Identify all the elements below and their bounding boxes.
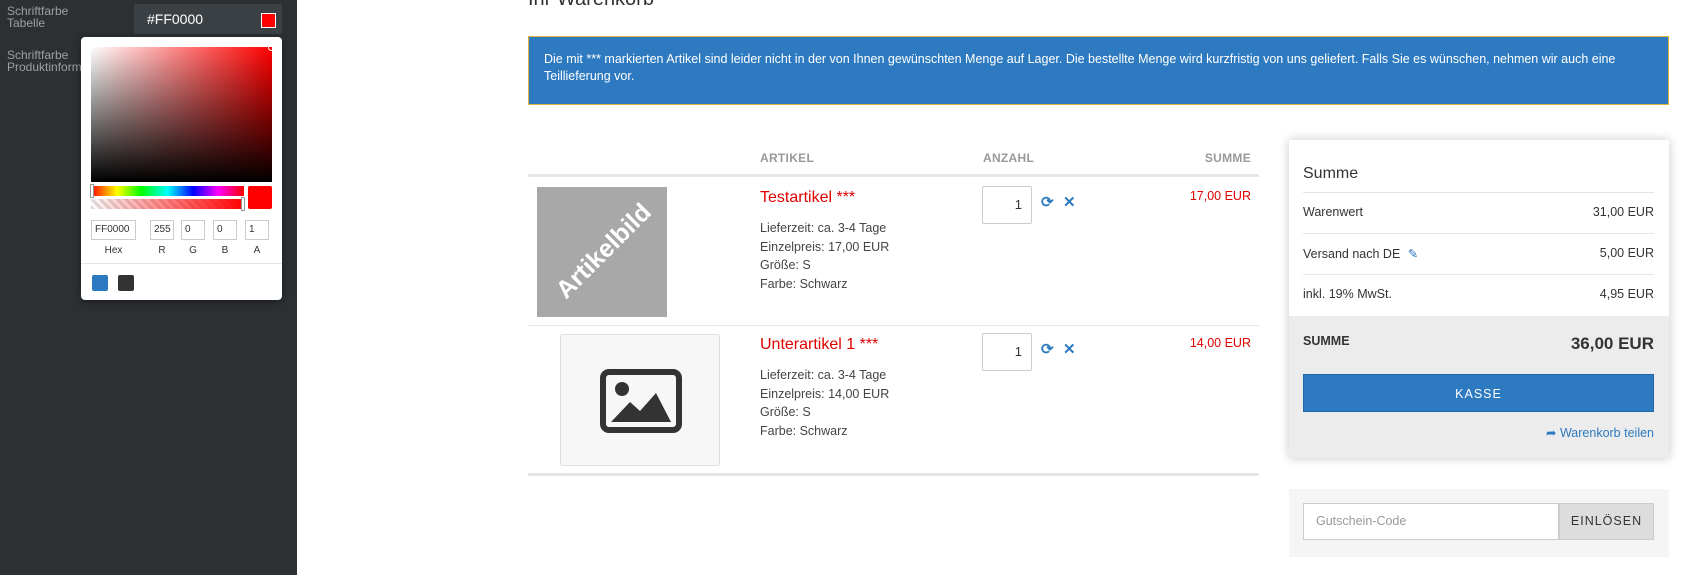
table-divider: [528, 325, 1259, 326]
total-label: SUMME: [1303, 334, 1350, 348]
unit-price: Einzelpreis: 14,00 EUR: [760, 386, 890, 401]
green-input[interactable]: 0: [181, 220, 205, 240]
refresh-icon[interactable]: ⟳: [1041, 340, 1054, 358]
image-placeholder-icon: [600, 369, 682, 433]
row-sum: 17,00 EUR: [1189, 189, 1251, 203]
column-header-artikel: ARTIKEL: [760, 151, 815, 165]
hue-slider[interactable]: [90, 184, 244, 198]
color-input[interactable]: #FF0000: [134, 4, 282, 34]
shipping-amount: 5,00 EUR: [1599, 246, 1654, 260]
blue-input[interactable]: 0: [213, 220, 237, 240]
share-cart-label: Warenkorb teilen: [1559, 426, 1654, 440]
warenwert-label: Warenwert: [1303, 205, 1363, 219]
summary-title: Summe: [1303, 165, 1359, 182]
vat-amount: 4,95 EUR: [1599, 287, 1654, 301]
order-summary: Summe Warenwert 31,00 EUR Versand nach D…: [1289, 140, 1669, 458]
table-font-color-label: Schriftfarbe Tabelle: [7, 4, 69, 30]
product-image[interactable]: [560, 334, 720, 466]
pencil-icon[interactable]: ✎: [1408, 247, 1418, 261]
green-label: G: [189, 245, 197, 256]
alpha-slider-handle[interactable]: [241, 197, 245, 211]
coupon-input[interactable]: Gutschein-Code: [1303, 503, 1559, 540]
color-preview: [248, 186, 272, 209]
preset-color-blue[interactable]: [92, 275, 108, 291]
checkout-button[interactable]: KASSE: [1303, 374, 1654, 412]
product-details: Lieferzeit: ca. 3-4 Tage Einzelpreis: 17…: [760, 219, 889, 293]
saturation-handle[interactable]: [268, 44, 275, 51]
summary-divider: [1303, 274, 1654, 275]
hex-label: Hex: [104, 245, 123, 256]
alpha-input[interactable]: 1: [245, 220, 269, 240]
product-name-link[interactable]: Testartikel ***: [760, 189, 855, 207]
product-name-link[interactable]: Unterartikel 1 ***: [760, 336, 878, 354]
table-divider: [528, 174, 1259, 177]
color-picker-popup: FF0000 255 0 0 1 Hex R G B A: [81, 37, 282, 300]
redeem-button[interactable]: EINLÖSEN: [1559, 503, 1654, 540]
size: Größe: S: [760, 405, 811, 419]
picker-divider: [81, 263, 282, 264]
summary-divider: [1303, 192, 1654, 193]
warenwert-amount: 31,00 EUR: [1592, 205, 1654, 219]
color-swatch[interactable]: [261, 13, 276, 28]
hue-slider-handle[interactable]: [90, 184, 94, 198]
unit-price: Einzelpreis: 17,00 EUR: [760, 239, 890, 254]
alpha-slider[interactable]: [91, 197, 245, 211]
coupon-section: Gutschein-Code EINLÖSEN: [1289, 489, 1669, 557]
page-title: Ihr Warenkorb: [528, 0, 654, 11]
delivery-time: Lieferzeit: ca. 3-4 Tage: [760, 221, 887, 235]
delivery-time: Lieferzeit: ca. 3-4 Tage: [760, 368, 887, 382]
color-value: #FF0000: [147, 11, 204, 27]
share-cart-link[interactable]: ➦ Warenkorb teilen: [1546, 425, 1654, 440]
page: Schriftfarbe Tabelle Schriftfarbe Produk…: [0, 0, 1692, 575]
saturation-value-area[interactable]: [91, 44, 275, 182]
remove-icon[interactable]: ✕: [1063, 193, 1076, 211]
alpha-label: A: [253, 245, 261, 256]
product-image[interactable]: Artikelbild: [537, 187, 667, 317]
color: Farbe: Schwarz: [760, 423, 848, 438]
quantity-input[interactable]: 1: [982, 333, 1032, 371]
remove-icon[interactable]: ✕: [1063, 340, 1076, 358]
shipping-label: Versand nach DE: [1303, 247, 1401, 261]
quantity-input[interactable]: 1: [982, 186, 1032, 224]
red-label: R: [158, 245, 166, 256]
editor-sidebar: Schriftfarbe Tabelle Schriftfarbe Produk…: [0, 0, 297, 575]
summary-row-versand: Versand nach DE ✎ 5,00 EUR: [1303, 246, 1654, 261]
column-header-anzahl: ANZAHL: [983, 151, 1035, 165]
product-details: Lieferzeit: ca. 3-4 Tage Einzelpreis: 14…: [760, 366, 889, 440]
total-amount: 36,00 EUR: [1570, 334, 1654, 353]
share-icon: ➦: [1546, 426, 1557, 440]
summary-divider: [1303, 233, 1654, 234]
table-divider: [528, 473, 1259, 476]
red-input[interactable]: 255: [150, 220, 174, 240]
blue-label: B: [221, 245, 229, 256]
column-header-summe: SUMME: [1204, 151, 1251, 165]
vat-label: inkl. 19% MwSt.: [1303, 287, 1392, 301]
refresh-icon[interactable]: ⟳: [1041, 193, 1054, 211]
size: Größe: S: [760, 258, 811, 272]
product-image-watermark: Artikelbild: [550, 198, 657, 305]
hex-input[interactable]: FF0000: [91, 220, 136, 240]
summary-row-mwst: inkl. 19% MwSt. 4,95 EUR: [1303, 287, 1654, 301]
stock-notice: Die mit *** markierten Artikel sind leid…: [528, 36, 1669, 105]
summary-row-warenwert: Warenwert 31,00 EUR: [1303, 205, 1654, 219]
product-font-color-label: Schriftfarbe Produktinform: [7, 49, 82, 73]
color: Farbe: Schwarz: [760, 276, 848, 291]
preset-color-dark[interactable]: [118, 275, 134, 291]
row-sum: 14,00 EUR: [1189, 336, 1251, 350]
